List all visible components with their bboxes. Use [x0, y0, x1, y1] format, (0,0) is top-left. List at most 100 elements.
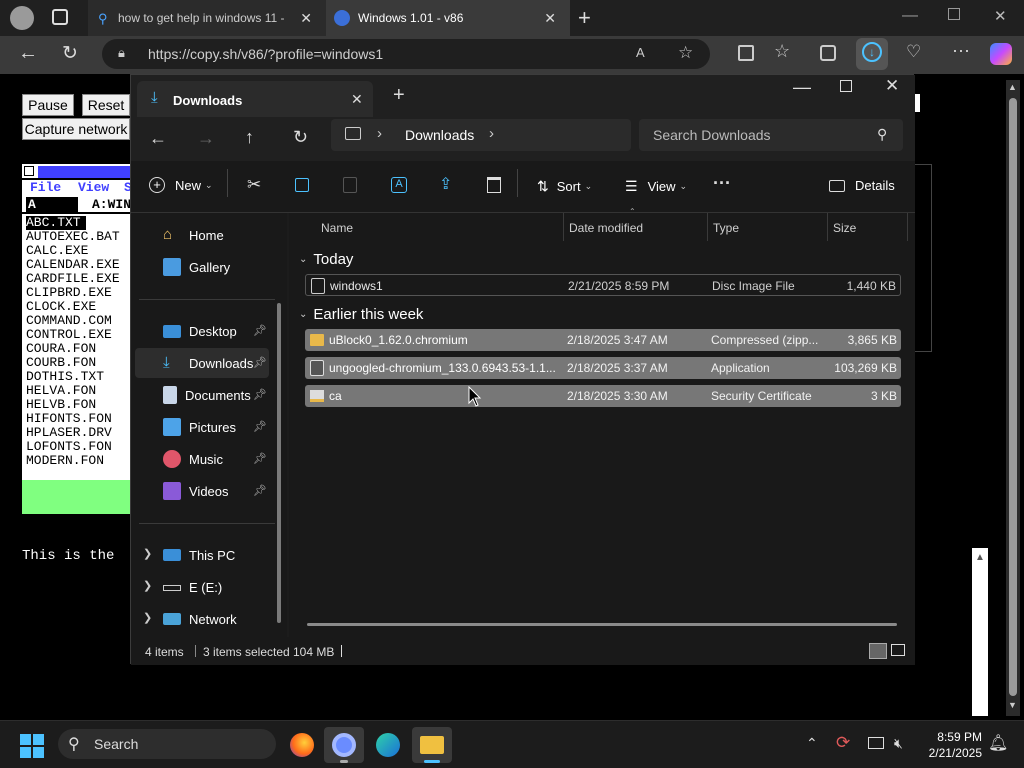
win101-file-item[interactable]: COURA.FON [26, 342, 132, 356]
file-row[interactable]: ca 2/18/2025 3:30 AM Security Certificat… [305, 385, 901, 407]
win101-file-item[interactable]: COURB.FON [26, 356, 132, 370]
tab-windows-v86[interactable]: Windows 1.01 - v86 ✕ [326, 0, 570, 36]
group-header-today[interactable]: ⌄ Today [299, 251, 353, 268]
win101-file-item[interactable]: CONTROL.EXE [26, 328, 132, 342]
chevron-right-icon[interactable]: › [489, 125, 494, 142]
win101-file-item[interactable]: CALC.EXE [26, 244, 132, 258]
win101-file-item[interactable]: CLIPBRD.EXE [26, 286, 132, 300]
favorites-icon[interactable]: ☆ [774, 41, 790, 62]
pin-icon[interactable]: 📌︎ [253, 452, 267, 465]
sidebar-item-music[interactable]: Music 📌︎ [135, 444, 269, 474]
win101-file-item[interactable]: HELVA.FON [26, 384, 132, 398]
win101-file-item[interactable]: LOFONTS.FON [26, 440, 132, 454]
win101-file-item[interactable]: CLOCK.EXE [26, 300, 132, 314]
win101-file-item[interactable]: CARDFILE.EXE [26, 272, 132, 286]
sidebar-item-drive-e[interactable]: ❯ E (E:) [135, 572, 269, 602]
explorer-tab[interactable]: ⤓ Downloads ✕ [137, 81, 373, 117]
win101-msdos-executive[interactable]: File View S A A:WIN ABC.TXT AUTOEXEC.BAT C… [22, 164, 132, 514]
chevron-right-icon[interactable]: ❯ [143, 611, 152, 624]
win101-file-item[interactable]: CALENDAR.EXE [26, 258, 132, 272]
chromium-taskbar-button[interactable] [324, 727, 364, 763]
win101-file-item[interactable]: COMMAND.COM [26, 314, 132, 328]
sidebar-item-desktop[interactable]: Desktop 📌︎ [135, 316, 269, 346]
new-button[interactable]: + New ⌄ [149, 177, 213, 193]
file-row[interactable]: ungoogled-chromium_133.0.6943.53-1.1... … [305, 357, 901, 379]
pin-icon[interactable]: 📌︎ [253, 484, 267, 497]
more-icon[interactable]: ··· [952, 40, 970, 61]
breadcrumb-downloads[interactable]: Downloads [405, 127, 474, 143]
browser-essentials-icon[interactable]: ♡ [906, 42, 921, 62]
sidebar-item-this-pc[interactable]: ❯ This PC [135, 540, 269, 570]
pin-icon[interactable]: 📌︎ [253, 324, 267, 337]
page-scrollbar[interactable]: ▲ ▼ [1006, 80, 1020, 716]
profile-avatar[interactable] [10, 6, 34, 30]
sidebar-item-gallery[interactable]: Gallery [135, 252, 269, 282]
sync-icon[interactable]: ⟳ [836, 733, 850, 753]
win101-file-item[interactable]: HIFONTS.FON [26, 412, 132, 426]
sidebar-item-network[interactable]: ❯ Network [135, 604, 269, 634]
details-view-icon[interactable] [869, 643, 887, 659]
delete-icon[interactable] [487, 177, 501, 193]
up-icon[interactable]: ↑ [245, 127, 254, 148]
capture-network-button[interactable]: Capture network [22, 118, 130, 140]
close-tab-icon[interactable]: ✕ [544, 10, 556, 27]
win101-file-item[interactable]: HELVB.FON [26, 398, 132, 412]
scroll-up-icon[interactable]: ▲ [1008, 82, 1017, 92]
back-icon[interactable]: ← [18, 42, 38, 65]
horizontal-scrollbar[interactable] [307, 623, 897, 626]
start-icon[interactable] [20, 734, 44, 758]
sidebar-item-documents[interactable]: Documents 📌︎ [135, 380, 269, 410]
pin-icon[interactable]: 📌︎ [253, 356, 267, 369]
restore-icon[interactable] [948, 8, 960, 20]
minimize-icon[interactable]: — [793, 77, 811, 98]
scroll-up-icon[interactable]: ▲ [975, 552, 985, 563]
forward-icon[interactable]: → [197, 128, 215, 149]
read-aloud-icon[interactable]: A [636, 45, 645, 60]
win101-file-item[interactable]: MODERN.FON [26, 454, 132, 468]
new-tab-icon[interactable]: + [578, 5, 591, 31]
split-screen-icon[interactable] [738, 45, 754, 61]
breadcrumb[interactable]: › Downloads › [331, 119, 631, 151]
scroll-thumb[interactable] [1009, 98, 1017, 696]
chevron-right-icon[interactable]: ❯ [143, 579, 152, 592]
menu-view[interactable]: View [78, 180, 109, 195]
maximize-icon[interactable] [840, 80, 852, 92]
win101-file-item[interactable]: HPLASER.DRV [26, 426, 132, 440]
win101-file-item[interactable]: DOTHIS.TXT [26, 370, 132, 384]
favorite-star-icon[interactable]: ☆ [678, 43, 693, 63]
reset-button[interactable]: Reset [82, 94, 130, 116]
file-explorer-taskbar-button[interactable] [412, 727, 452, 763]
group-header-earlier-this-week[interactable]: ⌄ Earlier this week [299, 306, 423, 323]
refresh-icon[interactable]: ↻ [293, 127, 308, 148]
paste-icon[interactable] [343, 177, 357, 193]
close-icon[interactable]: ✕ [885, 76, 899, 96]
win101-file-item[interactable]: ABC.TXT [26, 216, 86, 230]
edge-icon[interactable] [376, 733, 400, 757]
sidebar-item-home[interactable]: ⌂ Home [135, 220, 269, 250]
sidebar-scrollbar[interactable] [277, 303, 281, 623]
clock-date[interactable]: 2/21/2025 [918, 746, 982, 760]
scroll-down-icon[interactable]: ▼ [1008, 700, 1017, 710]
menu-file[interactable]: File [30, 180, 61, 195]
tiles-view-icon[interactable] [891, 644, 905, 656]
back-icon[interactable]: ← [149, 128, 167, 149]
copilot-icon[interactable] [990, 43, 1012, 65]
tab-actions-icon[interactable] [52, 9, 68, 25]
file-row[interactable]: windows1 2/21/2025 8:59 PM Disc Image Fi… [305, 274, 901, 296]
collections-icon[interactable] [820, 45, 836, 61]
close-tab-icon[interactable]: ✕ [300, 10, 312, 27]
more-options-icon[interactable]: ··· [713, 173, 731, 194]
file-explorer-window[interactable]: ⤓ Downloads ✕ + — ✕ ← → ↑ ↻ › Downloads … [130, 74, 915, 665]
pause-button[interactable]: Pause [22, 94, 74, 116]
details-button[interactable]: Details [829, 178, 895, 193]
win101-file-item[interactable]: AUTOEXEC.BAT [26, 230, 132, 244]
column-size[interactable]: Size [833, 221, 856, 235]
sidebar-item-downloads[interactable]: ⤓ Downloads 📌︎ [135, 348, 269, 378]
column-date-modified[interactable]: Date modified [569, 221, 643, 235]
close-tab-icon[interactable]: ✕ [351, 91, 363, 108]
drive-a-icon[interactable]: A [26, 197, 78, 212]
column-type[interactable]: Type [713, 221, 739, 235]
sidebar-item-pictures[interactable]: Pictures 📌︎ [135, 412, 269, 442]
cut-icon[interactable]: ✂ [247, 175, 261, 195]
notification-bell-icon[interactable]: 🔔︎ [988, 733, 1008, 753]
